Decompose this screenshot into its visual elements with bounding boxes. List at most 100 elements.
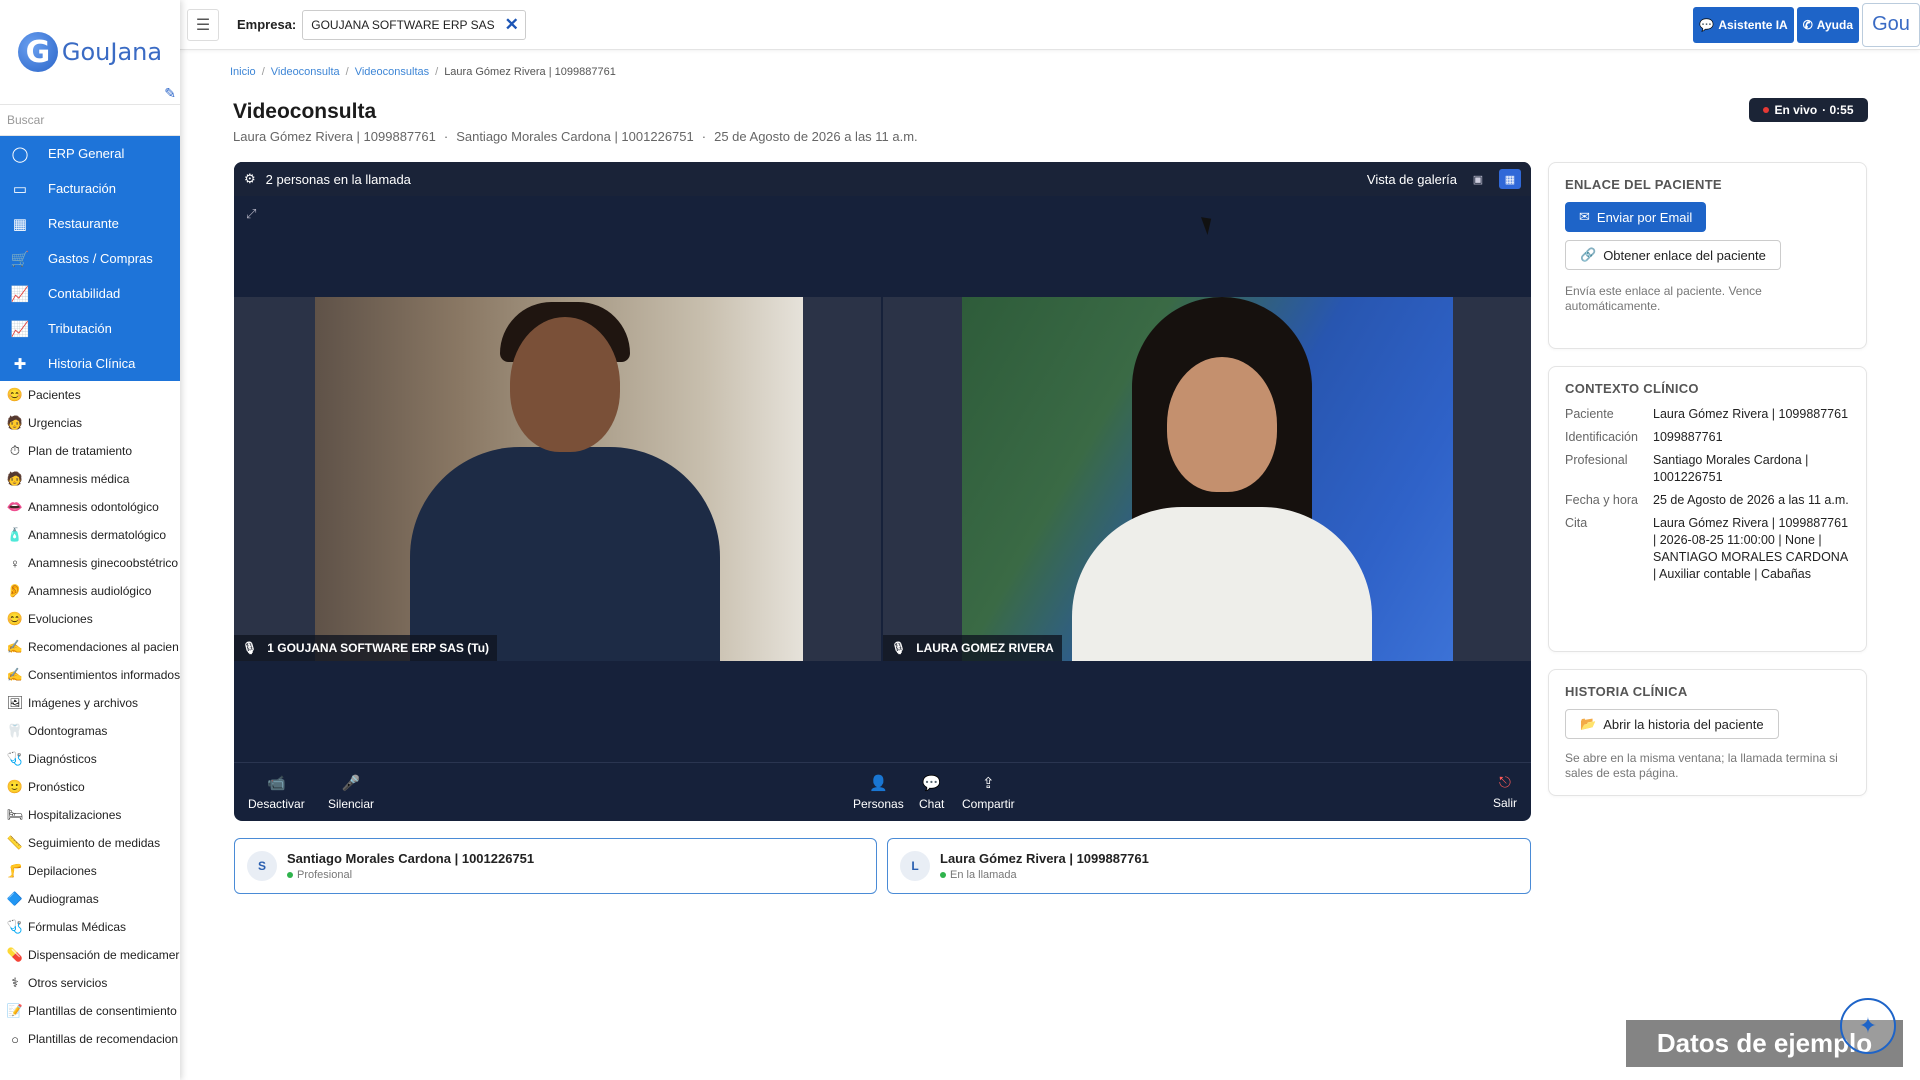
image-icon: 🖼 <box>6 695 24 710</box>
nav-item-restaurante[interactable]: ▦ Restaurante <box>0 206 180 241</box>
speaker-view-icon[interactable]: ▣ <box>1467 169 1489 189</box>
sub-item-label: Recomendaciones al pacien <box>28 640 179 654</box>
sub-item-anamnesis-medica[interactable]: 🧑 Anamnesis médica <box>0 465 180 493</box>
breadcrumb-inicio[interactable]: Inicio <box>230 66 256 78</box>
chat-label: Chat <box>919 796 945 811</box>
leg-icon: 🦵 <box>6 863 24 878</box>
hamburger-menu-icon[interactable]: ☰ <box>187 8 219 41</box>
ayuda-button[interactable]: ✆ Ayuda <box>1796 6 1859 43</box>
get-link-button[interactable]: 🔗 Obtener enlace del paciente <box>1565 240 1781 270</box>
context-value: Laura Gómez Rivera | 1099887761 | 2026-0… <box>1653 516 1849 581</box>
nav-item-label: Restaurante <box>48 216 119 231</box>
nav-item-gastos-compras[interactable]: 🛒 Gastos / Compras <box>0 241 180 276</box>
fullscreen-expand-icon[interactable]: ⤢ <box>246 206 256 222</box>
subtitle-professional: Santiago Morales Cardona | 1001226751 <box>456 129 694 144</box>
sub-item-anamnesis-dermatologico[interactable]: 🧴 Anamnesis dermatológico <box>0 521 180 549</box>
open-history-label: Abrir la historia del paciente <box>1603 716 1764 732</box>
context-value: 1099887761 <box>1653 430 1723 444</box>
breadcrumb-videoconsultas[interactable]: Videoconsultas <box>355 66 429 78</box>
sub-item-label: Hospitalizaciones <box>28 808 122 822</box>
sub-item-depilaciones[interactable]: 🦵 Depilaciones <box>0 857 180 885</box>
sub-item-hospitalizaciones[interactable]: 🛏 Hospitalizaciones <box>0 801 180 829</box>
camera-toggle-button[interactable]: 📹 Desactivar <box>248 774 305 811</box>
sub-item-anamnesis-odontologico[interactable]: 👄 Anamnesis odontológico <box>0 493 180 521</box>
nav-item-label: ERP General <box>48 146 125 161</box>
sub-item-diagnosticos[interactable]: 🩺 Diagnósticos <box>0 745 180 773</box>
context-key: Paciente <box>1565 407 1614 421</box>
sub-item-plan-tratamiento[interactable]: ⏱ Plan de tratamiento <box>0 437 180 465</box>
sub-item-label: Fórmulas Médicas <box>28 920 127 934</box>
nav-item-contabilidad[interactable]: 📈 Contabilidad <box>0 276 180 311</box>
clear-x-icon[interactable]: ✕ <box>505 15 519 35</box>
avatar: S <box>247 851 277 881</box>
nav-item-label: Facturación <box>48 181 116 196</box>
sub-item-plantillas-consentimiento[interactable]: 📝 Plantillas de consentimiento <box>0 997 180 1025</box>
participant-card[interactable]: L Laura Gómez Rivera | 1099887761 En la … <box>887 838 1531 894</box>
nav-item-historia-clinica[interactable]: ✚ Historia Clínica <box>0 346 180 381</box>
video-tile-patient[interactable]: 🎙 LAURA GOMEZ RIVERA <box>883 297 1531 661</box>
sidebar-search-input[interactable]: Buscar <box>0 104 180 136</box>
video-call-panel: ⚙ 2 personas en la llamada Vista de gale… <box>234 162 1531 821</box>
pencil-icon[interactable]: ✎ <box>164 85 176 102</box>
sub-item-label: Anamnesis médica <box>28 472 130 486</box>
sub-item-recomendaciones[interactable]: ✍ Recomendaciones al pacien <box>0 633 180 661</box>
gear-icon[interactable]: ⚙ <box>244 171 256 187</box>
nav-item-erp-general[interactable]: ◯ ERP General <box>0 136 180 171</box>
share-label: Compartir <box>962 796 1015 811</box>
video-header: ⚙ 2 personas en la llamada Vista de gale… <box>234 162 1531 196</box>
mute-button[interactable]: 🎤 Silenciar <box>328 774 374 811</box>
sub-item-pronostico[interactable]: 🙂 Pronóstico <box>0 773 180 801</box>
tile-name: 1 GOUJANA SOFTWARE ERP SAS (Tu) <box>267 641 490 655</box>
sub-item-label: Evoluciones <box>28 612 93 626</box>
sub-item-imagenes-archivos[interactable]: 🖼 Imágenes y archivos <box>0 689 180 717</box>
logo[interactable]: G GouJana ✎ <box>0 0 180 104</box>
sub-item-evoluciones[interactable]: 😊 Evoluciones <box>0 605 180 633</box>
service-icon: ⚕ <box>11 975 19 990</box>
sub-item-anamnesis-audiologico[interactable]: 👂 Anamnesis audiológico <box>0 577 180 605</box>
sub-item-label: Plantillas de consentimiento <box>28 1004 177 1018</box>
leave-call-button[interactable]: ⎋ Salir <box>1493 774 1517 810</box>
send-email-button[interactable]: ✉ Enviar por Email <box>1565 202 1707 232</box>
chat-button[interactable]: 💬 Chat <box>919 774 944 811</box>
get-link-label: Obtener enlace del paciente <box>1603 247 1766 263</box>
share-button[interactable]: ⇪ Compartir <box>962 774 1015 811</box>
breadcrumb-videoconsulta[interactable]: Videoconsulta <box>271 66 340 78</box>
card-icon: ▭ <box>12 180 28 198</box>
microphone-icon: 🎤 <box>341 774 361 792</box>
gallery-view-icon[interactable]: ▦ <box>1499 169 1521 189</box>
sub-item-formulas-medicas[interactable]: 🩺 Fórmulas Médicas <box>0 913 180 941</box>
sub-item-label: Depilaciones <box>28 864 97 878</box>
people-button[interactable]: 👤 Personas <box>853 774 904 811</box>
nav-item-tributacion[interactable]: 📈 Tributación <box>0 311 180 346</box>
sub-item-otros-servicios[interactable]: ⚕ Otros servicios <box>0 969 180 997</box>
open-history-button[interactable]: 📂 Abrir la historia del paciente <box>1565 709 1779 739</box>
sparkle-assistant-icon[interactable]: ✦ <box>1840 998 1896 1054</box>
breadcrumb-separator: / <box>435 66 439 78</box>
sub-item-anamnesis-ginecoobstetrico[interactable]: ♀ Anamnesis ginecoobstétrico <box>0 549 180 577</box>
sub-item-seguimiento-medidas[interactable]: 📏 Seguimiento de medidas <box>0 829 180 857</box>
sidebar: G GouJana ✎ Buscar ◯ ERP General ▭ Factu… <box>0 0 180 1080</box>
clinical-context-card: CONTEXTO CLÍNICO Paciente Laura Gómez Riv… <box>1548 366 1867 652</box>
sub-item-consentimientos[interactable]: ✍ Consentimientos informados <box>0 661 180 689</box>
sub-item-dispensacion[interactable]: 💊 Dispensación de medicamer <box>0 941 180 969</box>
sub-item-urgencias[interactable]: 🧑 Urgencias <box>0 409 180 437</box>
video-tile-self[interactable]: 🎙 1 GOUJANA SOFTWARE ERP SAS (Tu) <box>234 297 881 661</box>
participant-card[interactable]: S Santiago Morales Cardona | 1001226751 … <box>234 838 877 894</box>
signature-icon: ✍ <box>6 667 24 682</box>
sub-item-odontogramas[interactable]: 🦷 Odontogramas <box>0 717 180 745</box>
participant-status: Profesional <box>297 869 353 881</box>
sub-item-label: Odontogramas <box>28 724 108 738</box>
gou-button[interactable]: Gou <box>1862 2 1920 47</box>
asistente-ia-button[interactable]: 💬 Asistente IA <box>1693 6 1794 43</box>
participant-name: Laura Gómez Rivera | 1099887761 <box>940 851 1149 866</box>
sub-item-label: Diagnósticos <box>28 752 97 766</box>
sub-item-audiogramas[interactable]: 🔷 Audiogramas <box>0 885 180 913</box>
doctor-icon: 🧑 <box>6 415 24 430</box>
empresa-select[interactable]: GOUJANA SOFTWARE ERP SAS ✕ <box>302 9 526 40</box>
sub-item-plantillas-recomendacion[interactable]: ○ Plantillas de recomendacion <box>0 1025 180 1053</box>
face-icon: 🙂 <box>6 779 24 794</box>
nav-item-facturacion[interactable]: ▭ Facturación <box>0 171 180 206</box>
sub-item-pacientes[interactable]: 😊 Pacientes <box>0 381 180 409</box>
pharmacy-icon: 💊 <box>6 947 24 962</box>
person-icon: 👤 <box>869 774 888 792</box>
